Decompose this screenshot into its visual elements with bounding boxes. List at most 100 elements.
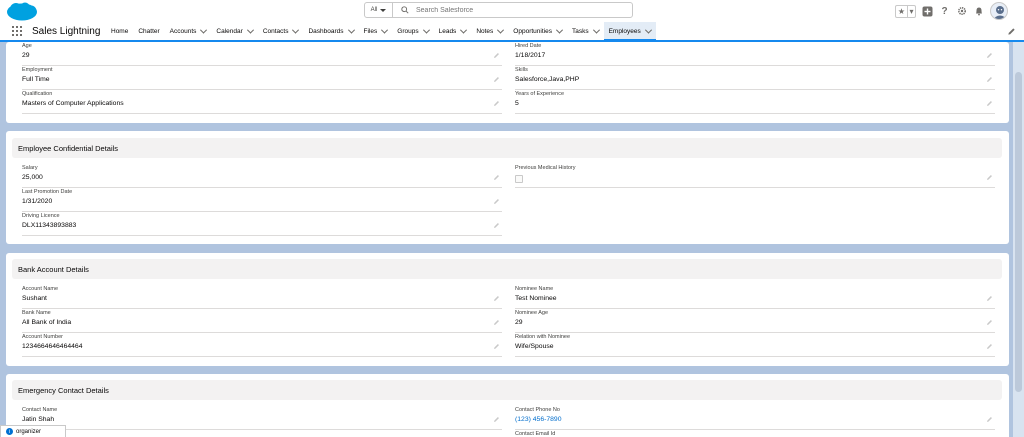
chevron-down-icon[interactable]	[347, 26, 355, 34]
nav-item-label: Chatter	[138, 27, 160, 35]
gear-icon[interactable]	[956, 6, 967, 17]
field-skills: Skills Salesforce,Java,PHP	[515, 66, 995, 90]
field-value: Sushant	[22, 295, 47, 302]
edit-pencil-icon[interactable]	[986, 416, 993, 423]
nav-items: Home Chatter Accounts Calendar Contacts Dashb…	[106, 22, 656, 42]
field-value: Full Time	[22, 76, 50, 83]
nav-item-files[interactable]: Files	[359, 22, 393, 40]
header-icons: ★ ▾ ?	[895, 2, 1008, 20]
help-icon[interactable]: ?	[939, 6, 950, 17]
edit-nav-icon[interactable]	[1007, 27, 1016, 36]
page-scrollbar[interactable]	[1013, 42, 1024, 437]
nav-item-label: Files	[363, 27, 378, 35]
edit-pencil-icon[interactable]	[986, 319, 993, 326]
edit-pencil-icon[interactable]	[493, 100, 500, 107]
nav-item-label: Opportunities	[513, 27, 552, 35]
chevron-down-icon[interactable]	[460, 26, 468, 34]
edit-pencil-icon[interactable]	[493, 174, 500, 181]
app-launcher[interactable]	[0, 22, 22, 40]
edit-pencil-icon[interactable]	[986, 295, 993, 302]
edit-pencil-icon[interactable]	[493, 343, 500, 350]
chevron-down-icon[interactable]	[292, 26, 300, 34]
edit-pencil-icon[interactable]	[493, 76, 500, 83]
edit-pencil-icon[interactable]	[493, 416, 500, 423]
field-label: Skills	[515, 67, 528, 73]
chevron-down-icon[interactable]	[381, 26, 389, 34]
nav-bar: Sales Lightning Home Chatter Accounts Calen…	[0, 22, 1024, 42]
chevron-down-icon[interactable]	[200, 26, 208, 34]
chevron-down-icon[interactable]	[422, 26, 430, 34]
nav-item-label: Tasks	[571, 27, 589, 35]
nav-item-accounts[interactable]: Accounts	[165, 22, 212, 40]
nav-item-tasks[interactable]: Tasks	[567, 22, 604, 40]
nav-item-leads[interactable]: Leads	[434, 22, 472, 40]
field-value: DLX11343893883	[22, 222, 77, 229]
favorites-star-icon[interactable]: ★	[896, 6, 907, 17]
emergency-details-card: Emergency Contact Details Contact Name J…	[6, 374, 1009, 437]
field-driving-licence: Driving Licence DLX11343893883	[22, 212, 502, 236]
field-contact-phone: Contact Phone No (123) 456-7890	[515, 406, 995, 430]
field-value: Salesforce,Java,PHP	[515, 76, 580, 83]
section-title[interactable]: Bank Account Details	[12, 259, 1002, 279]
field-value: 29	[22, 52, 30, 59]
search-scope-dropdown[interactable]: All	[365, 3, 393, 17]
edit-pencil-icon[interactable]	[986, 76, 993, 83]
edit-pencil-icon[interactable]	[986, 174, 993, 181]
edit-pencil-icon[interactable]	[493, 198, 500, 205]
field-hired-date: Hired Date 1/18/2017	[515, 42, 995, 66]
edit-pencil-icon[interactable]	[493, 52, 500, 59]
caret-down-icon	[380, 8, 387, 12]
favorites-group: ★ ▾	[895, 4, 916, 18]
nav-item-chatter[interactable]: Chatter	[133, 22, 164, 40]
nav-item-dashboards[interactable]: Dashboards	[303, 22, 358, 40]
chevron-down-icon[interactable]	[555, 26, 564, 34]
chevron-down-icon[interactable]	[644, 26, 652, 34]
nav-item-groups[interactable]: Groups	[392, 22, 433, 40]
field-contact-name: Contact Name Jatin Shah	[22, 406, 502, 430]
nav-item-calendar[interactable]: Calendar	[211, 22, 257, 40]
field-value: 1/31/2020	[22, 198, 53, 205]
field-salary: Salary 25,000	[22, 164, 502, 188]
nav-item-opportunities[interactable]: Opportunities	[508, 22, 567, 40]
section-title[interactable]: Emergency Contact Details	[12, 380, 1002, 400]
field-qualification: Qualification Masters of Computer Applic…	[22, 90, 502, 114]
bell-icon[interactable]	[973, 6, 984, 17]
field-employment: Employment Full Time	[22, 66, 502, 90]
field-label: Hired Date	[515, 43, 542, 49]
scrollbar-thumb[interactable]	[1015, 72, 1022, 392]
field-bank-name: Bank Name All Bank of India	[22, 309, 502, 333]
phone-link[interactable]: (123) 456-7890	[515, 416, 561, 423]
search-scope-label: All	[370, 7, 378, 13]
field-value: All Bank of India	[22, 319, 72, 326]
avatar[interactable]	[990, 2, 1008, 20]
chevron-down-icon[interactable]	[592, 26, 600, 34]
confidential-details-card: Employee Confidential Details Salary 25,…	[6, 131, 1009, 244]
edit-pencil-icon[interactable]	[493, 295, 500, 302]
field-label: Employment	[22, 67, 53, 73]
edit-pencil-icon[interactable]	[493, 319, 500, 326]
nav-item-contacts[interactable]: Contacts	[258, 22, 304, 40]
edit-pencil-icon[interactable]	[986, 343, 993, 350]
chevron-down-icon[interactable]	[246, 26, 254, 34]
employee-details-card: Age 29 Hired Date 1/18/2017 Employment F…	[6, 42, 1009, 123]
salesforce-cloud-logo[interactable]	[6, 2, 38, 21]
nav-item-employees[interactable]: Employees	[603, 22, 656, 42]
medical-history-checkbox[interactable]	[515, 175, 523, 183]
edit-pencil-icon[interactable]	[986, 100, 993, 107]
nav-item-notes[interactable]: Notes	[471, 22, 508, 40]
favorites-menu-icon[interactable]: ▾	[907, 5, 915, 17]
utility-bar-organizer[interactable]: i organizer	[0, 425, 66, 437]
edit-pencil-icon[interactable]	[493, 222, 500, 229]
chevron-down-icon[interactable]	[497, 26, 505, 34]
nav-item-label: Groups	[397, 27, 419, 35]
edit-pencil-icon[interactable]	[986, 52, 993, 59]
field-label: Bank Name	[22, 310, 51, 316]
add-icon[interactable]	[922, 6, 933, 17]
nav-item-label: Contacts	[262, 27, 289, 35]
bank-details-card: Bank Account Details Account Name Sushan…	[6, 253, 1009, 366]
nav-item-label: Home	[111, 27, 129, 35]
search-input[interactable]	[416, 6, 616, 14]
nav-item-home[interactable]: Home	[106, 22, 133, 40]
section-title[interactable]: Employee Confidential Details	[12, 138, 1002, 158]
global-search: All	[364, 2, 633, 18]
